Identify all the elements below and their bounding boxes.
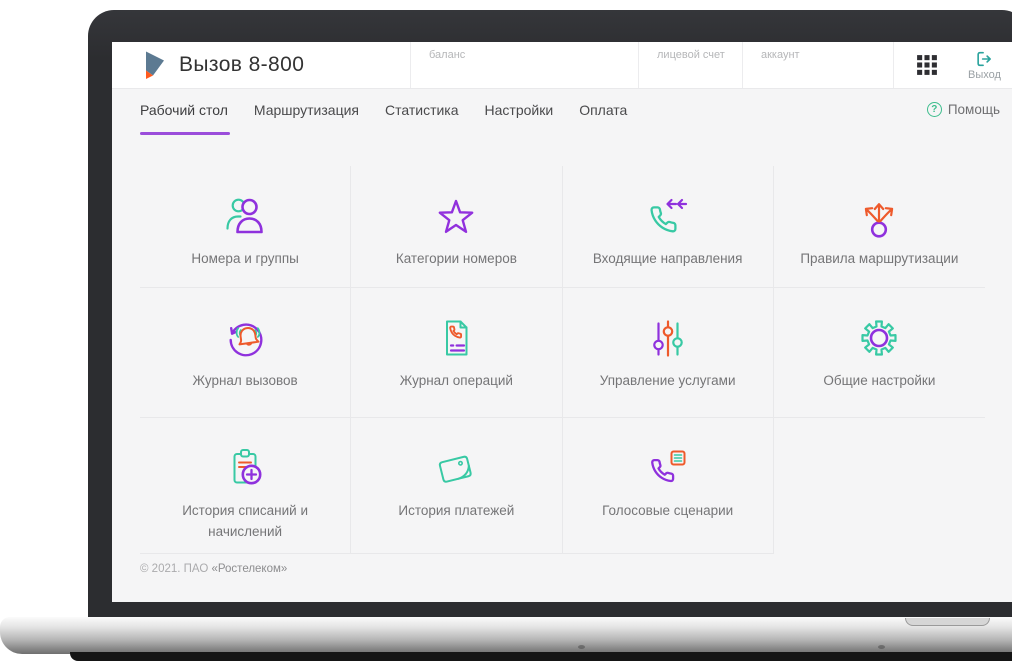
operations-journal-icon — [432, 314, 480, 362]
help-link[interactable]: ? Помощь — [926, 102, 1000, 117]
tile-label: История списаний и начислений — [182, 503, 309, 539]
routing-rules-icon — [855, 192, 903, 240]
tile-voice-scenarios[interactable]: Голосовые сценарии — [562, 418, 774, 554]
brand: Вызов 8-800 — [112, 42, 410, 88]
sliders-icon — [644, 314, 692, 362]
tile-service-management[interactable]: Управление услугами — [562, 288, 774, 418]
tab-payment[interactable]: Оплата — [579, 102, 627, 135]
screen-content: Вызов 8-800 баланс лицевой счет аккаунт — [112, 42, 1012, 602]
tile-label: Управление услугами — [599, 373, 736, 388]
gear-icon — [855, 314, 903, 362]
laptop-base-dot — [878, 645, 885, 649]
voice-script-icon — [644, 444, 692, 492]
tab-dashboard[interactable]: Рабочий стол — [140, 102, 230, 135]
laptop-mockup: Вызов 8-800 баланс лицевой счет аккаунт — [0, 0, 1012, 667]
balance-field[interactable]: баланс — [410, 42, 638, 88]
copyright: © 2021. ПАО «Ростелеком» — [140, 563, 1000, 575]
tile-label: Категории номеров — [395, 251, 517, 266]
tile-general-settings[interactable]: Общие настройки — [773, 288, 985, 418]
wallet-icon — [432, 444, 480, 492]
logout-button[interactable]: Выход — [968, 50, 1001, 81]
tile-numbers-and-groups[interactable]: Номера и группы — [140, 166, 352, 288]
dashboard-tile-grid: Номера и группы Категории номеров Входящ… — [140, 166, 985, 554]
app-title: Вызов 8-800 — [179, 53, 305, 76]
tile-cell-empty — [774, 418, 985, 554]
logout-label: Выход — [968, 68, 1001, 81]
rostelecom-logo-icon — [140, 50, 166, 80]
incoming-call-icon — [644, 192, 692, 240]
account-field[interactable]: аккаунт — [742, 42, 893, 88]
tile-number-categories[interactable]: Категории номеров — [351, 166, 563, 288]
personal-account-field[interactable]: лицевой счет — [638, 42, 742, 88]
logout-icon — [975, 50, 993, 68]
tile-operations-journal[interactable]: Журнал операций — [351, 288, 563, 418]
balance-field-label: баланс — [429, 49, 466, 61]
copyright-prefix: © 2021. ПАО — [140, 563, 212, 575]
tab-statistics[interactable]: Статистика — [385, 102, 459, 135]
copyright-company: «Ростелеком» — [211, 563, 288, 575]
personal-account-field-label: лицевой счет — [657, 49, 725, 61]
question-circle-icon: ? — [926, 102, 942, 117]
tabs: Рабочий стол Маршрутизация Статистика На… — [140, 102, 627, 135]
tile-label: Правила маршрутизации — [800, 251, 959, 266]
tile-label: Номера и группы — [191, 251, 299, 266]
laptop-base-dot — [578, 645, 585, 649]
tile-label: Голосовые сценарии — [602, 503, 734, 518]
tab-routing[interactable]: Маршрутизация — [254, 102, 359, 135]
tile-payments-history[interactable]: История платежей — [351, 418, 563, 554]
tile-label: Общие настройки — [823, 373, 936, 388]
header-actions: Выход — [893, 42, 1012, 88]
account-field-label: аккаунт — [761, 49, 800, 61]
tile-charges-history[interactable]: История списаний и начислений — [140, 418, 352, 554]
tab-settings[interactable]: Настройки — [485, 102, 554, 135]
star-icon — [432, 192, 480, 240]
help-label: Помощь — [947, 102, 1000, 117]
clipboard-plus-icon — [221, 444, 269, 492]
tile-label: Входящие направления — [592, 251, 743, 266]
tile-incoming-directions[interactable]: Входящие направления — [562, 166, 774, 288]
laptop-screen-bezel: Вызов 8-800 баланс лицевой счет аккаунт — [88, 10, 1012, 618]
call-journal-icon — [221, 314, 269, 362]
tile-label: История платежей — [398, 503, 515, 518]
laptop-base-shadow — [70, 652, 1012, 661]
laptop-base-notch — [905, 618, 990, 626]
tile-routing-rules[interactable]: Правила маршрутизации — [773, 166, 985, 288]
app-header: Вызов 8-800 баланс лицевой счет аккаунт — [112, 42, 1012, 89]
laptop-base — [0, 617, 1012, 654]
main-navigation: Рабочий стол Маршрутизация Статистика На… — [140, 102, 1000, 143]
apps-grid-icon[interactable] — [916, 54, 938, 76]
tile-label: Журнал операций — [399, 373, 513, 388]
tile-label: Журнал вызовов — [192, 373, 298, 388]
people-icon — [221, 192, 269, 240]
tile-call-journal[interactable]: Журнал вызовов — [140, 288, 352, 418]
